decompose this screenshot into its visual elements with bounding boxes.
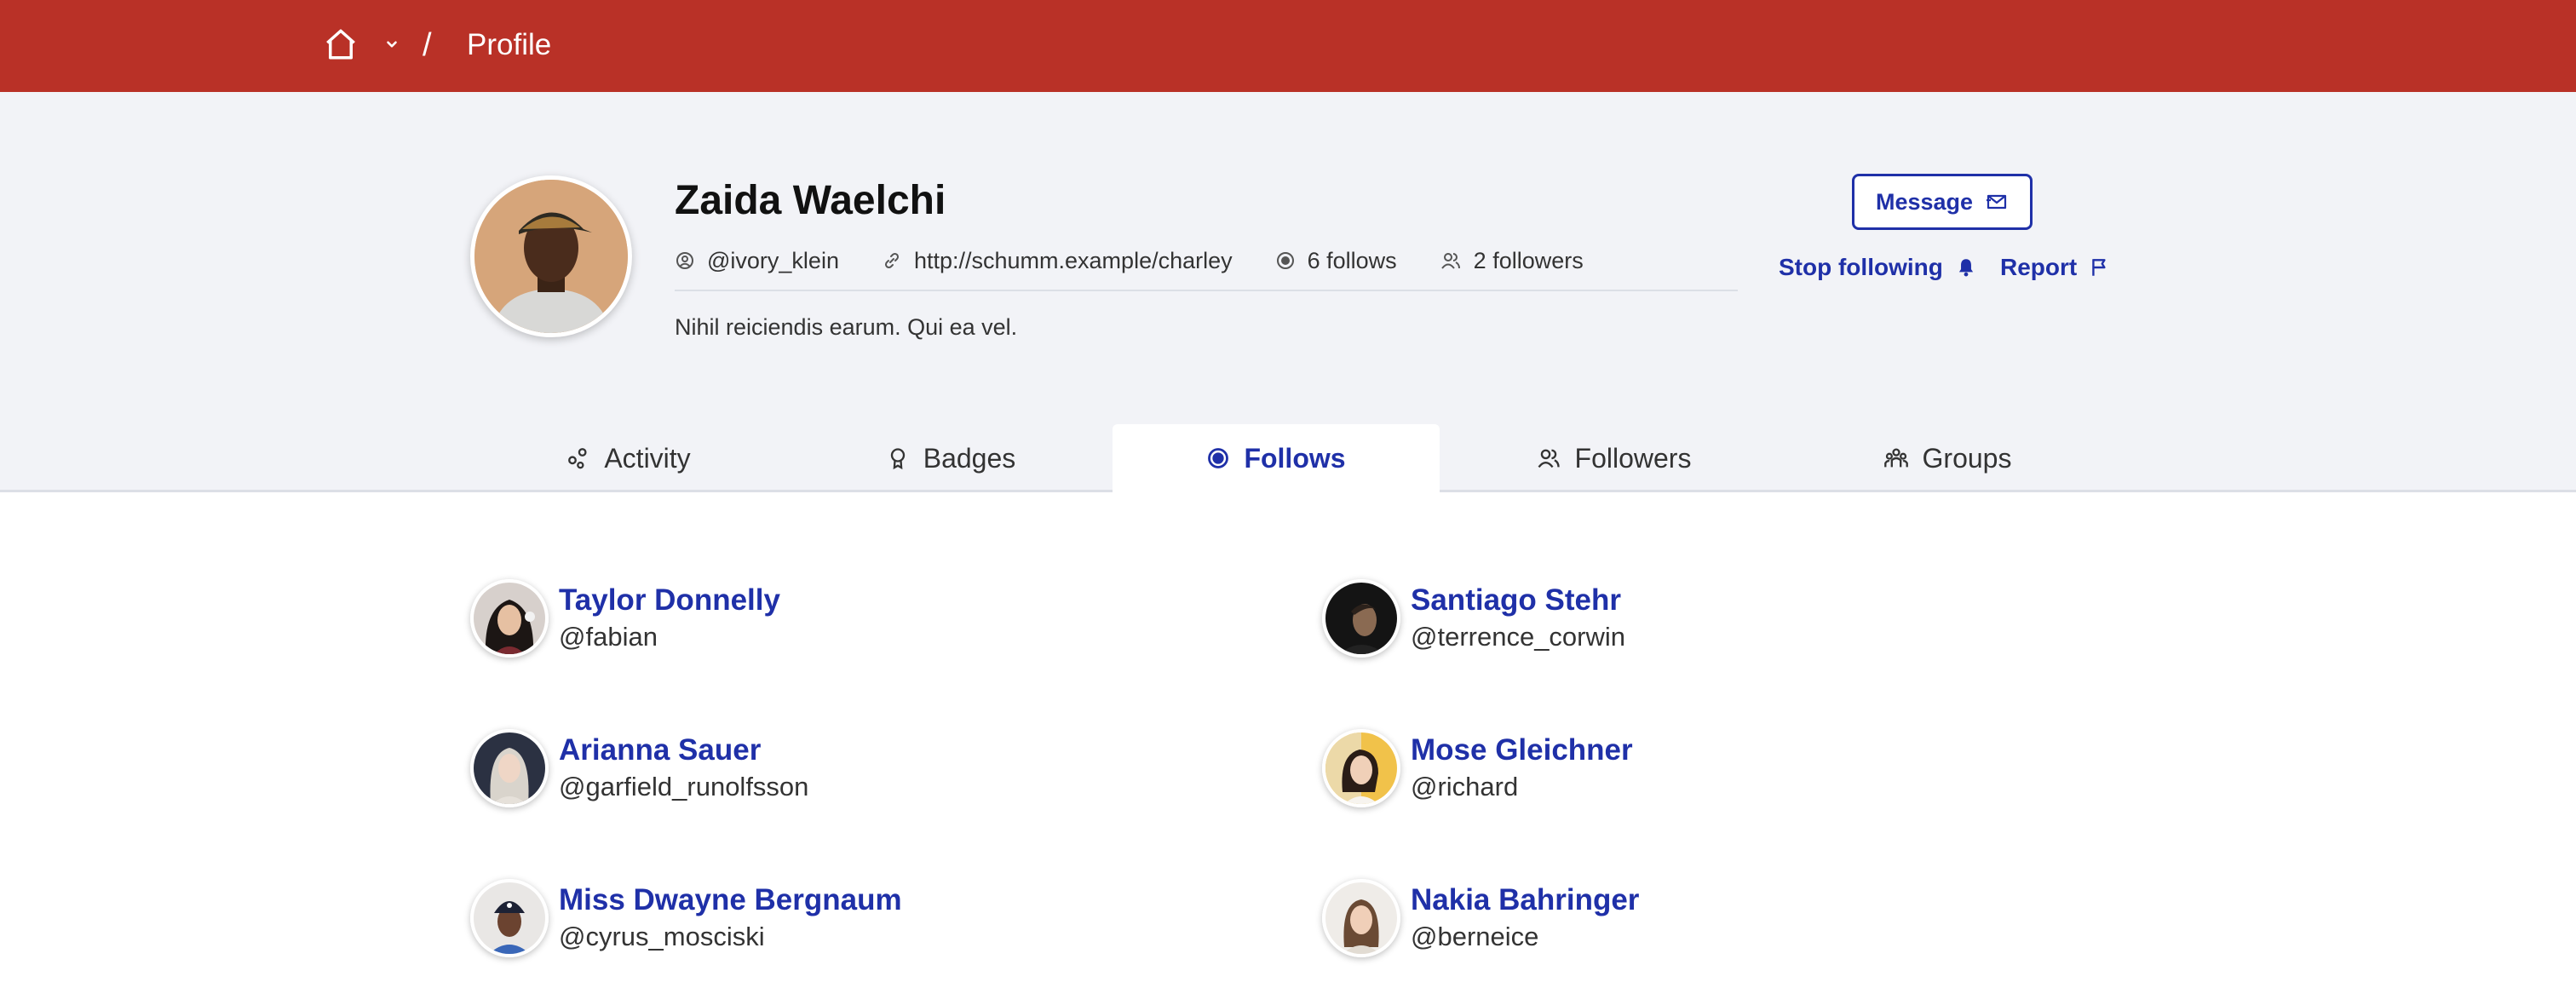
user-name-link[interactable]: Miss Dwayne Bergnaum xyxy=(559,882,902,919)
user-handle: @garfield_runolfsson xyxy=(559,772,809,801)
activity-icon xyxy=(568,448,587,469)
profile-followers-count[interactable]: 2 followers xyxy=(1440,248,1584,274)
user-circle-icon xyxy=(676,252,693,269)
profile-name: Zaida Waelchi xyxy=(675,178,946,223)
chevron-down-icon xyxy=(387,41,397,48)
list-item: Miss Dwayne Bergnaum @cyrus_mosciski xyxy=(470,876,902,961)
home-button[interactable] xyxy=(322,26,359,63)
avatar[interactable] xyxy=(1322,729,1400,807)
profile-meta: @ivory_klein http://schumm.example/charl… xyxy=(675,238,1626,283)
avatar[interactable] xyxy=(470,579,549,658)
follows-icon xyxy=(1208,448,1229,468)
user-name-link[interactable]: Arianna Sauer xyxy=(559,732,808,769)
tab-groups[interactable]: Groups xyxy=(1784,424,2111,492)
breadcrumb-separator: / xyxy=(423,27,432,63)
report-button[interactable]: Report xyxy=(2000,250,2111,284)
profile-website[interactable]: http://schumm.example/charley xyxy=(882,248,1233,274)
avatar[interactable] xyxy=(470,729,549,807)
list-item: Santiago Stehr @terrence_corwin xyxy=(1322,576,1625,661)
list-item: Nakia Bahringer @berneice xyxy=(1322,876,1639,961)
avatar[interactable] xyxy=(470,879,549,957)
avatar[interactable] xyxy=(1322,579,1400,658)
badge-icon xyxy=(890,448,905,470)
list-item: Mose Gleichner @richard xyxy=(1322,726,1633,811)
top-bar: / Profile xyxy=(0,0,2576,92)
profile-handle: @ivory_klein xyxy=(675,248,839,274)
user-handle: @terrence_corwin xyxy=(1411,622,1626,652)
followers-icon xyxy=(1440,253,1460,269)
tab-followers[interactable]: Followers xyxy=(1450,424,1777,492)
followers-icon xyxy=(1538,449,1560,468)
follows-icon xyxy=(1276,252,1294,269)
home-menu-toggle[interactable] xyxy=(382,34,402,55)
link-icon xyxy=(884,252,899,269)
home-icon xyxy=(326,29,355,60)
tab-badges[interactable]: Badges xyxy=(787,424,1114,492)
user-handle: @richard xyxy=(1411,772,1519,801)
user-handle: @cyrus_mosciski xyxy=(559,922,765,951)
list-item: Arianna Sauer @garfield_runolfsson xyxy=(470,726,808,811)
message-button[interactable]: Message xyxy=(1852,174,2033,230)
stop-following-button[interactable]: Stop following xyxy=(1779,250,1977,284)
user-name-link[interactable]: Santiago Stehr xyxy=(1411,582,1625,619)
avatar[interactable] xyxy=(1322,879,1400,957)
envelope-icon xyxy=(1987,194,2007,210)
user-handle: @fabian xyxy=(559,622,658,652)
follows-list: Taylor Donnelly @fabian Santiago Stehr @… xyxy=(0,492,2576,988)
profile-bio: Nihil reiciendis earum. Qui ea vel. xyxy=(675,314,1018,340)
meta-divider xyxy=(675,290,1738,291)
user-handle: @berneice xyxy=(1411,922,1539,951)
bell-icon xyxy=(1958,259,1973,277)
list-item: Taylor Donnelly @fabian xyxy=(470,576,780,661)
user-name-link[interactable]: Taylor Donnelly xyxy=(559,582,780,619)
breadcrumb-current: Profile xyxy=(467,28,552,61)
groups-icon xyxy=(1883,448,1908,468)
tab-follows[interactable]: Follows xyxy=(1113,424,1440,492)
profile-avatar xyxy=(470,175,632,337)
user-name-link[interactable]: Mose Gleichner xyxy=(1411,732,1633,769)
profile-tabs: Activity Badges Follows Followers Groups xyxy=(0,424,2576,492)
tab-activity[interactable]: Activity xyxy=(465,424,792,492)
profile-follows-count[interactable]: 6 follows xyxy=(1275,248,1397,274)
user-name-link[interactable]: Nakia Bahringer xyxy=(1411,882,1639,919)
flag-icon xyxy=(2092,259,2106,276)
